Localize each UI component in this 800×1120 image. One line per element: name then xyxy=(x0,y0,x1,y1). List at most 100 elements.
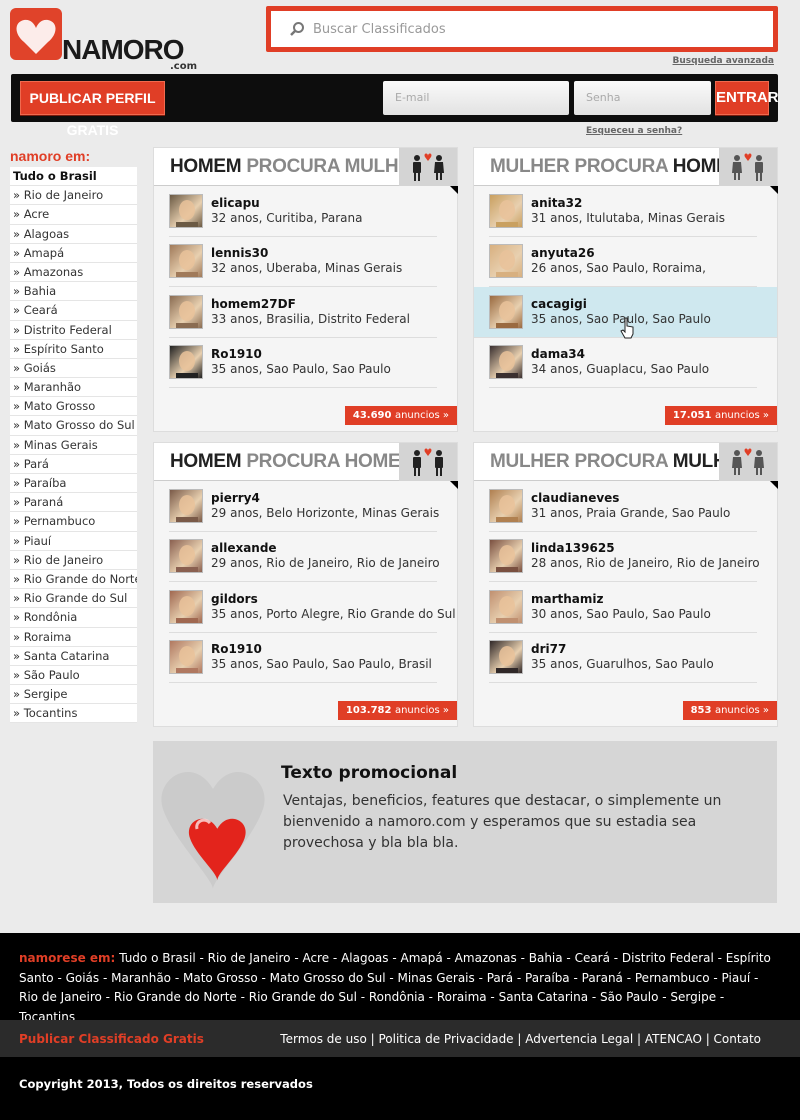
listing-row[interactable]: linda139625 28 anos, Rio de Janeiro, Rio… xyxy=(489,532,760,582)
listing-rows: pierry4 29 anos, Belo Horizonte, Minas G… xyxy=(154,481,457,683)
email-field[interactable]: E-mail xyxy=(383,81,569,115)
user-avatar[interactable] xyxy=(489,193,523,228)
listing-row[interactable]: elicapu 32 anos, Curitiba, Parana xyxy=(169,186,437,237)
user-avatar[interactable] xyxy=(489,589,523,624)
listing-row[interactable]: dama34 34 anos, Guaplacu, Sao Paulo xyxy=(489,338,757,388)
user-name[interactable]: dama34 xyxy=(531,347,709,362)
advanced-search-link[interactable]: Busqueda avanzada xyxy=(650,56,774,66)
publish-profile-button[interactable]: PUBLICAR PERFIL GRATIS xyxy=(20,81,165,138)
user-avatar[interactable] xyxy=(489,294,523,329)
sidebar-item[interactable]: » Paraíba xyxy=(10,474,137,494)
logo-suffix: .com xyxy=(170,61,198,72)
user-avatar[interactable] xyxy=(169,589,203,624)
sidebar-item[interactable]: » Espírito Santo xyxy=(10,339,137,359)
panel-title[interactable]: HOMEM PROCURA MULHER xyxy=(170,156,424,178)
sidebar-item[interactable]: Tudo o Brasil xyxy=(10,167,137,187)
sidebar-item[interactable]: » Rondônia xyxy=(10,608,137,628)
user-name[interactable]: linda139625 xyxy=(531,541,760,556)
user-avatar[interactable] xyxy=(489,488,523,523)
sidebar-item[interactable]: » Santa Catarina xyxy=(10,646,137,666)
user-avatar[interactable] xyxy=(169,193,203,228)
sidebar-item[interactable]: » Pernambuco xyxy=(10,512,137,532)
sidebar-item[interactable]: » Mato Grosso xyxy=(10,397,137,417)
login-button[interactable]: ENTRAR xyxy=(715,81,779,115)
sidebar-item[interactable]: » Amazonas xyxy=(10,262,137,283)
listing-row[interactable]: dri77 35 anos, Guarulhos, Sao Paulo xyxy=(489,633,757,683)
sidebar-item[interactable]: » Acre xyxy=(10,205,137,225)
ads-count-button[interactable]: 853 anuncios » xyxy=(682,701,777,720)
sidebar-item[interactable]: » Bahia xyxy=(10,282,137,302)
listing-row[interactable]: lennis30 32 anos, Uberaba, Minas Gerais xyxy=(169,237,437,287)
user-avatar[interactable] xyxy=(169,345,203,380)
sidebar-item[interactable]: » Rio Grande do Norte xyxy=(10,569,137,590)
user-name[interactable]: dri77 xyxy=(531,642,714,657)
woman-heart-man-icon xyxy=(719,148,777,186)
sidebar-item[interactable]: » Tocantins xyxy=(10,704,137,724)
user-avatar[interactable] xyxy=(489,345,523,380)
user-name[interactable]: claudianeves xyxy=(531,491,730,506)
ads-count-button[interactable]: 43.690 anuncios » xyxy=(344,406,457,425)
sidebar-item[interactable]: » Goiás xyxy=(10,358,137,379)
user-name[interactable]: gildors xyxy=(211,592,456,607)
publish-ad-link[interactable]: Publicar Classificado Gratis xyxy=(19,1032,204,1046)
listing-row[interactable]: anyuta26 26 anos, Sao Paulo, Roraima, xyxy=(489,237,757,287)
sidebar-item[interactable]: » Rio Grande do Sul xyxy=(10,589,137,609)
listing-row[interactable]: Ro1910 35 anos, Sao Paulo, Sao Paulo, Br… xyxy=(169,633,437,683)
sidebar-item[interactable]: » Piauí xyxy=(10,531,137,551)
user-avatar[interactable] xyxy=(169,488,203,523)
sidebar-item[interactable]: » Pará xyxy=(10,454,137,474)
user-name[interactable]: Ro1910 xyxy=(211,642,432,657)
panel-title[interactable]: MULHER PROCURA HOMEM xyxy=(490,156,744,178)
ads-count-label: anuncios » xyxy=(714,410,769,421)
user-name[interactable]: cacagigi xyxy=(531,297,711,312)
password-field[interactable]: Senha xyxy=(574,81,711,115)
user-avatar[interactable] xyxy=(489,640,523,675)
sidebar-item[interactable]: » Distrito Federal xyxy=(10,320,137,340)
panel-title[interactable]: MULHER PROCURA MULHER xyxy=(490,451,753,473)
user-name[interactable]: Ro1910 xyxy=(211,347,391,362)
sidebar-item[interactable]: » Rio de Janeiro xyxy=(10,550,137,570)
ads-count-button[interactable]: 17.051 anuncios » xyxy=(664,406,777,425)
footer-state-links[interactable]: Tudo o Brasil - Rio de Janeiro - Acre - … xyxy=(19,951,771,1024)
listing-row[interactable]: Ro1910 35 anos, Sao Paulo, Sao Paulo xyxy=(169,338,437,388)
user-avatar[interactable] xyxy=(169,244,203,279)
sidebar-item[interactable]: » Paraná xyxy=(10,493,137,513)
listing-row[interactable]: homem27DF 33 anos, Brasilia, Distrito Fe… xyxy=(169,287,437,338)
sidebar-item[interactable]: » Ceará xyxy=(10,301,137,321)
ads-count-button[interactable]: 103.782 anuncios » xyxy=(337,701,457,720)
listing-row[interactable]: pierry4 29 anos, Belo Horizonte, Minas G… xyxy=(169,481,439,532)
sidebar-item[interactable]: » Rio de Janeiro xyxy=(10,186,137,206)
user-name[interactable]: pierry4 xyxy=(211,491,439,506)
sidebar-item[interactable]: » Maranhão xyxy=(10,378,137,398)
sidebar-item[interactable]: » Roraima xyxy=(10,627,137,647)
user-name[interactable]: lennis30 xyxy=(211,246,402,261)
sidebar-item[interactable]: » Minas Gerais xyxy=(10,435,137,455)
user-name[interactable]: anyuta26 xyxy=(531,246,706,261)
listing-row[interactable]: marthamiz 30 anos, Sao Paulo, Sao Paulo xyxy=(489,582,757,633)
user-name[interactable]: homem27DF xyxy=(211,297,410,312)
user-avatar[interactable] xyxy=(489,244,523,279)
user-name[interactable]: marthamiz xyxy=(531,592,711,607)
sidebar-item[interactable]: » São Paulo xyxy=(10,665,137,686)
user-avatar[interactable] xyxy=(169,294,203,329)
listing-row[interactable]: gildors 35 anos, Porto Alegre, Rio Grand… xyxy=(169,582,456,633)
panel-title[interactable]: HOMEM PROCURA HOMEM xyxy=(170,451,416,473)
user-name[interactable]: anita32 xyxy=(531,196,725,211)
listing-row[interactable]: claudianeves 31 anos, Praia Grande, Sao … xyxy=(489,481,757,532)
logo[interactable]: NAMORO .com xyxy=(10,8,198,72)
sidebar-item[interactable]: » Sergipe xyxy=(10,685,137,705)
search-input[interactable]: Buscar Classificados xyxy=(271,11,773,47)
sidebar-item[interactable]: » Mato Grosso do Sul xyxy=(10,416,137,436)
sidebar-item[interactable]: » Alagoas xyxy=(10,224,137,244)
forgot-password-link[interactable]: Esqueceu a senha? xyxy=(586,126,682,136)
listing-row[interactable]: anita32 31 anos, Itulutaba, Minas Gerais xyxy=(489,186,757,237)
user-avatar[interactable] xyxy=(169,640,203,675)
sidebar-item[interactable]: » Amapá xyxy=(10,243,137,263)
user-name[interactable]: allexande xyxy=(211,541,440,556)
legal-links[interactable]: Termos de uso | Politica de Privacidade … xyxy=(280,1032,761,1046)
listing-row[interactable]: allexande 29 anos, Rio de Janeiro, Rio d… xyxy=(169,532,440,582)
user-avatar[interactable] xyxy=(169,539,203,574)
user-name[interactable]: elicapu xyxy=(211,196,362,211)
user-info: 31 anos, Praia Grande, Sao Paulo xyxy=(531,505,731,520)
user-avatar[interactable] xyxy=(489,539,523,574)
